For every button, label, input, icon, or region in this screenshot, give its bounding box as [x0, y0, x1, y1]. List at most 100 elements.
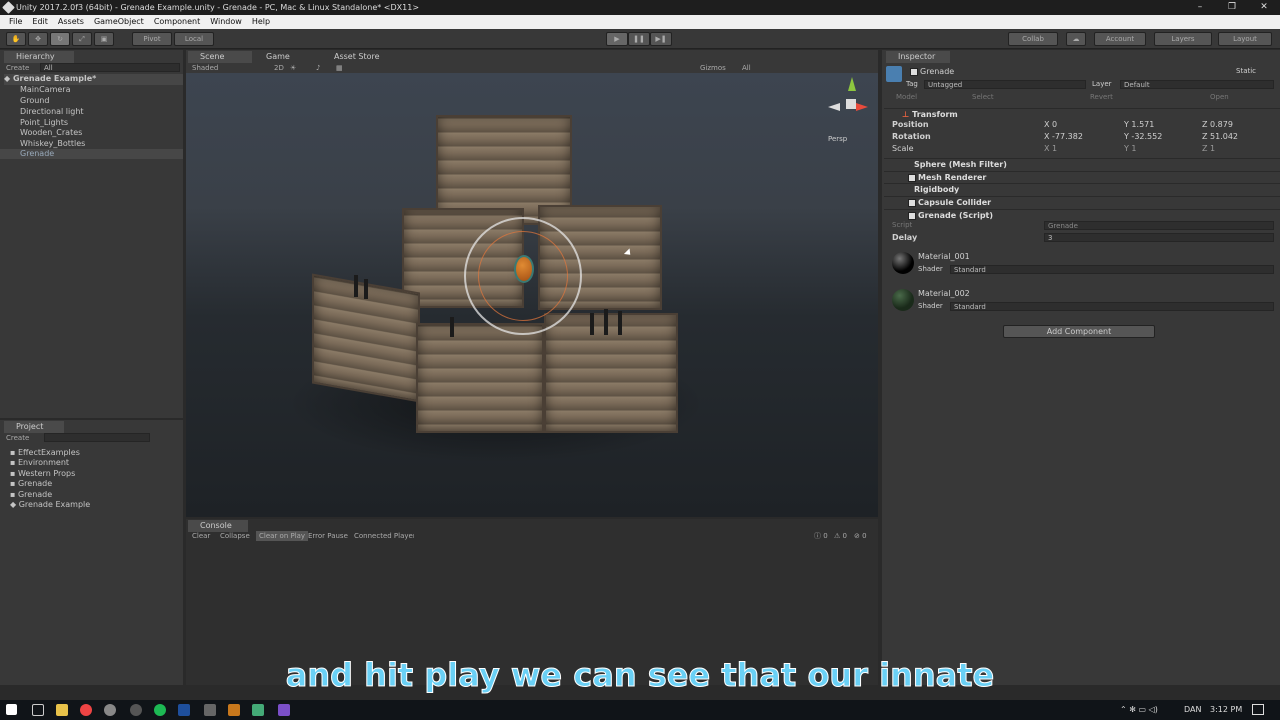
file-explorer-icon[interactable]	[56, 704, 68, 716]
rigidbody-header[interactable]: Rigidbody	[884, 183, 1280, 195]
visual-studio-icon[interactable]	[278, 704, 290, 716]
hierarchy-item[interactable]: Point_Lights	[20, 118, 68, 127]
minimize-button[interactable]: –	[1184, 0, 1216, 15]
y-axis-cone[interactable]	[848, 77, 856, 91]
hierarchy-tab[interactable]: Hierarchy	[4, 51, 74, 63]
static-checkbox[interactable]: Static	[1236, 67, 1256, 75]
error-count[interactable]: ⊘ 0	[854, 531, 867, 541]
notifications-icon[interactable]	[1252, 704, 1264, 715]
rotation-x[interactable]: X -77.382	[1044, 132, 1083, 141]
tab-game[interactable]: Game	[254, 51, 314, 63]
menu-edit[interactable]: Edit	[27, 15, 53, 29]
folder-item[interactable]: ▪ Western Props	[10, 469, 75, 478]
tab-scene[interactable]: Scene	[188, 51, 252, 63]
rotation-z[interactable]: Z 51.042	[1202, 132, 1238, 141]
tab-asset-store[interactable]: Asset Store	[322, 51, 402, 63]
object-name-field[interactable]: Grenade	[920, 67, 954, 76]
lighting-toggle-icon[interactable]: ☀	[290, 63, 296, 73]
maximize-button[interactable]: ❐	[1216, 0, 1248, 15]
capsule-collider-header[interactable]: Capsule Collider	[884, 196, 1280, 208]
menu-gameobject[interactable]: GameObject	[89, 15, 149, 29]
hierarchy-item-selected[interactable]: Grenade	[0, 149, 183, 159]
neg-x-axis-cone[interactable]	[826, 103, 840, 111]
info-count[interactable]: ⓘ 0	[814, 531, 828, 541]
mesh-filter-header[interactable]: Sphere (Mesh Filter)	[884, 158, 1280, 170]
model-select-button[interactable]: Select	[972, 93, 994, 101]
step-button[interactable]: ▶❚	[650, 32, 672, 46]
inspector-tab[interactable]: Inspector	[886, 51, 950, 63]
hierarchy-item[interactable]: Wooden_Crates	[20, 128, 82, 137]
close-button[interactable]: ✕	[1248, 0, 1280, 15]
project-tab[interactable]: Project	[4, 421, 64, 433]
tag-dropdown[interactable]: Untagged	[924, 80, 1086, 89]
system-tray-icons[interactable]: ⌃ ✻ ▭ ◁)	[1120, 705, 1158, 714]
console-clear-button[interactable]: Clear	[192, 531, 210, 541]
add-component-button[interactable]: Add Component	[1003, 325, 1155, 338]
project-search-input[interactable]	[44, 433, 150, 442]
audio-toggle-icon[interactable]: ♪	[316, 63, 320, 73]
shader-dropdown[interactable]: Standard	[950, 265, 1274, 274]
account-dropdown[interactable]: Account	[1094, 32, 1146, 46]
menu-file[interactable]: File	[4, 15, 27, 29]
projection-label[interactable]: Persp	[828, 135, 847, 143]
rect-tool-icon[interactable]: ▣	[94, 32, 114, 46]
unity-icon[interactable]	[204, 704, 216, 716]
console-collapse-button[interactable]: Collapse	[220, 531, 250, 541]
2d-toggle[interactable]: 2D	[274, 63, 284, 73]
project-create-button[interactable]: Create	[6, 433, 29, 443]
scale-y[interactable]: Y 1	[1124, 144, 1137, 153]
app-icon[interactable]	[252, 704, 264, 716]
chrome-icon[interactable]	[80, 704, 92, 716]
layer-dropdown[interactable]: Default	[1120, 80, 1274, 89]
scale-x[interactable]: X 1	[1044, 144, 1057, 153]
position-x[interactable]: X 0	[1044, 120, 1057, 129]
effects-toggle-icon[interactable]: ▦	[336, 63, 343, 73]
hierarchy-search-input[interactable]: All	[40, 63, 180, 72]
position-y[interactable]: Y 1.571	[1124, 120, 1154, 129]
grenade-script-header[interactable]: Grenade (Script)	[884, 209, 1280, 221]
cloud-icon[interactable]: ☁	[1066, 32, 1086, 46]
menu-window[interactable]: Window	[205, 15, 247, 29]
gizmos-dropdown[interactable]: Gizmos	[700, 63, 726, 73]
task-view-icon[interactable]	[32, 704, 44, 716]
console-error-pause-toggle[interactable]: Error Pause	[308, 531, 348, 541]
hierarchy-scene-root[interactable]: ◆ Grenade Example*	[4, 74, 183, 85]
x-axis-cone[interactable]	[856, 103, 870, 111]
app-icon[interactable]	[104, 704, 116, 716]
layout-dropdown[interactable]: Layout	[1218, 32, 1272, 46]
position-z[interactable]: Z 0.879	[1202, 120, 1233, 129]
orientation-gizmo[interactable]	[828, 77, 870, 129]
windows-start-icon[interactable]	[6, 704, 17, 715]
scale-z[interactable]: Z 1	[1202, 144, 1215, 153]
pivot-toggle[interactable]: Pivot	[132, 32, 172, 46]
app-icon[interactable]	[130, 704, 142, 716]
spotify-icon[interactable]	[154, 704, 166, 716]
delay-field[interactable]: 3	[1044, 233, 1274, 242]
rotation-y[interactable]: Y -32.552	[1124, 132, 1162, 141]
hierarchy-item[interactable]: Directional light	[20, 107, 84, 116]
shader-dropdown[interactable]: Standard	[950, 302, 1274, 311]
warning-count[interactable]: ⚠ 0	[834, 531, 847, 541]
scene-viewport[interactable]: Persp	[186, 73, 878, 517]
hierarchy-create-button[interactable]: Create	[6, 63, 29, 73]
transform-header[interactable]: ⊥ Transform	[884, 108, 1280, 120]
menu-assets[interactable]: Assets	[53, 15, 89, 29]
menu-help[interactable]: Help	[247, 15, 275, 29]
shading-mode-dropdown[interactable]: Shaded	[192, 63, 218, 73]
collab-dropdown[interactable]: Collab	[1008, 32, 1058, 46]
input-language[interactable]: DAN	[1184, 705, 1201, 714]
hand-tool-icon[interactable]: ✋	[6, 32, 26, 46]
layers-dropdown[interactable]: Layers	[1154, 32, 1212, 46]
console-clear-on-play-toggle[interactable]: Clear on Play	[256, 531, 309, 541]
script-field[interactable]: Grenade	[1044, 221, 1274, 230]
asset-item[interactable]: ◆ Grenade Example	[10, 500, 90, 509]
console-connected-player-dropdown[interactable]: Connected Player	[354, 531, 414, 541]
clock[interactable]: 3:12 PM	[1210, 705, 1242, 714]
hierarchy-item[interactable]: Ground	[20, 96, 49, 105]
play-button[interactable]: ▶	[606, 32, 628, 46]
hierarchy-item[interactable]: Whiskey_Bottles	[20, 139, 85, 148]
menu-component[interactable]: Component	[149, 15, 205, 29]
gizmos-search[interactable]: All	[742, 63, 751, 73]
hierarchy-item[interactable]: MainCamera	[20, 85, 71, 94]
move-tool-icon[interactable]: ✥	[28, 32, 48, 46]
